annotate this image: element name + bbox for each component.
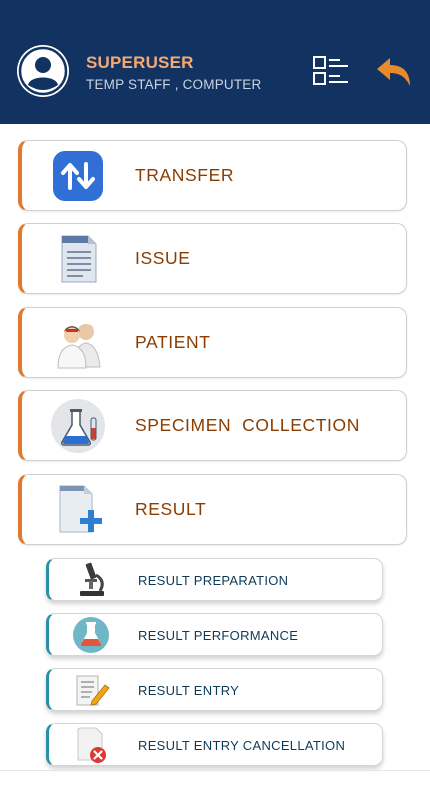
menu-item-label: TRANSFER	[135, 165, 235, 185]
submenu-item-label: RESULT ENTRY CANCELLATION	[138, 738, 346, 753]
menu-item-label: PATIENT	[135, 332, 211, 352]
notepad-pencil-icon	[72, 671, 110, 709]
document-icon	[50, 231, 106, 287]
flask-icon	[50, 398, 106, 454]
submenu-item-label: RESULT PERFORMANCE	[138, 628, 299, 643]
submenu-item-result-entry-cancellation[interactable]: RESULT ENTRY CANCELLATION	[46, 723, 383, 766]
menu-item-transfer[interactable]: TRANSFER	[18, 140, 407, 211]
menu-item-result[interactable]: RESULT	[18, 474, 407, 545]
app-header: SUPERUSER TEMP STAFF , COMPUTER	[0, 0, 430, 124]
document-add-icon	[50, 482, 106, 538]
back-arrow-icon[interactable]	[375, 54, 413, 88]
menu-item-patient[interactable]: PATIENT	[18, 307, 407, 378]
list-view-icon[interactable]	[312, 56, 350, 86]
menu-item-issue[interactable]: ISSUE	[18, 223, 407, 294]
microscope-icon	[72, 561, 110, 599]
divider	[0, 770, 430, 771]
submenu-item-result-entry[interactable]: RESULT ENTRY	[46, 668, 383, 711]
menu-item-label: SPECIMEN COLLECTION	[135, 415, 360, 435]
menu-item-specimen-collection[interactable]: SPECIMEN COLLECTION	[18, 390, 407, 461]
cancel-document-icon	[72, 726, 110, 764]
menu-item-label: ISSUE	[135, 248, 191, 268]
submenu-item-label: RESULT ENTRY	[138, 683, 240, 698]
menu-item-label: RESULT	[135, 499, 207, 519]
user-role: TEMP STAFF , COMPUTER	[86, 77, 262, 92]
user-avatar-icon[interactable]	[17, 45, 69, 97]
submenu-item-label: RESULT PREPARATION	[138, 573, 289, 588]
submenu-item-result-preparation[interactable]: RESULT PREPARATION	[46, 558, 383, 601]
lab-flask-icon	[72, 616, 110, 654]
transfer-arrows-icon	[50, 148, 106, 204]
user-name: SUPERUSER	[86, 53, 194, 72]
submenu-item-result-performance[interactable]: RESULT PERFORMANCE	[46, 613, 383, 656]
patients-icon	[50, 315, 106, 371]
